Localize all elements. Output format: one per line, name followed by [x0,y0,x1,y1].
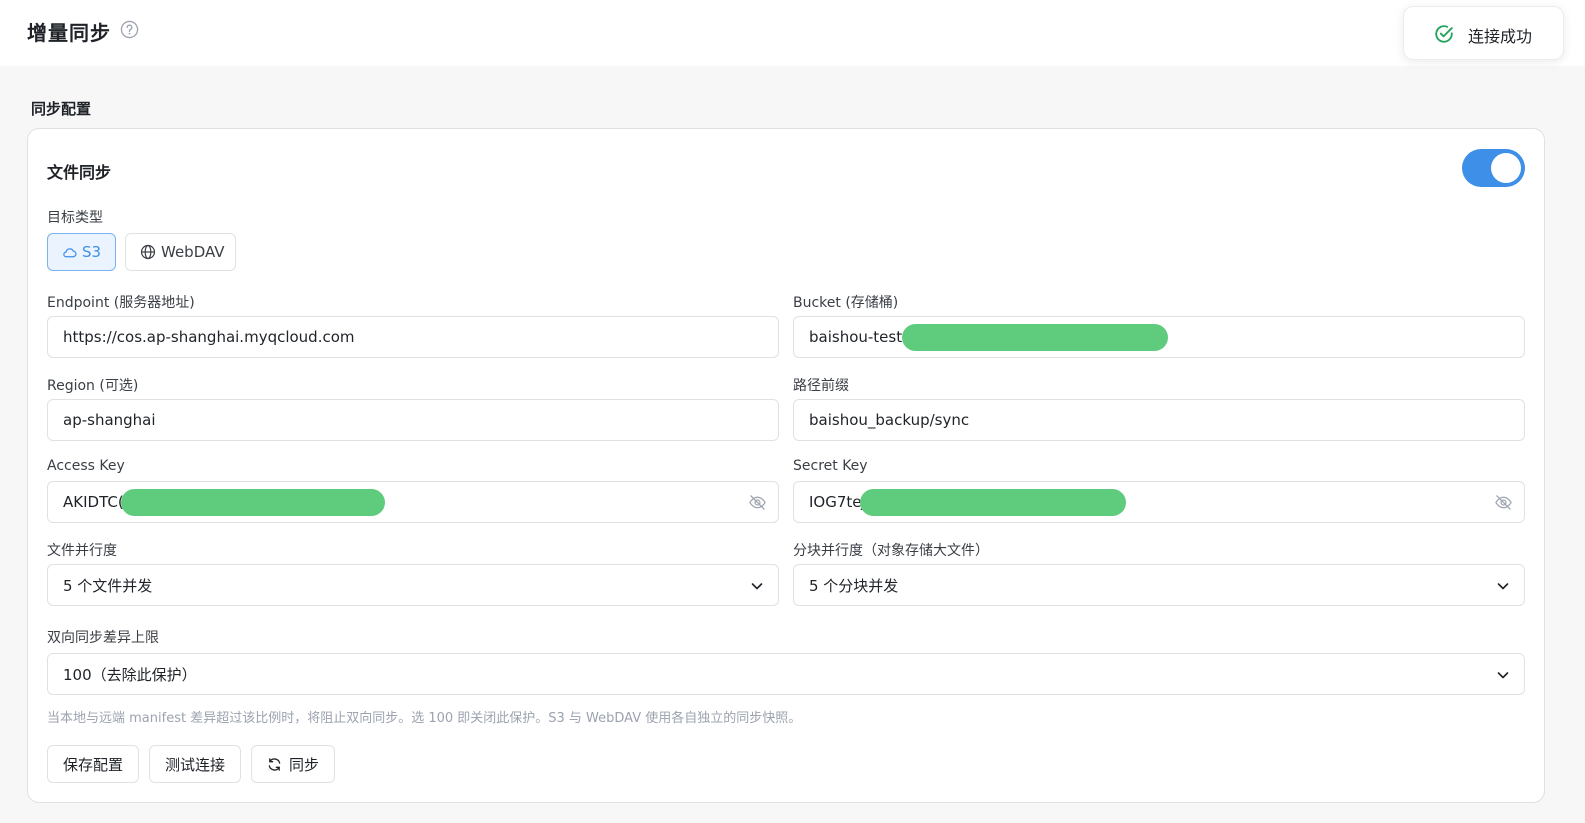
target-s3-button[interactable]: S3 [47,233,116,271]
file-concurrency-value: 5 个文件并发 [63,576,153,595]
secret-key-label: Secret Key [793,458,868,474]
top-bar: 增量同步 [0,0,1585,66]
prefix-input[interactable]: baishou_backup/sync [793,399,1525,441]
bucket-label: Bucket (存储桶) [793,295,899,311]
endpoint-value: https://cos.ap-shanghai.myqcloud.com [63,328,355,346]
file-sync-card: 文件同步 目标类型 S3 WebDAV Endpoint (服务器地址) htt… [27,128,1545,803]
chunk-concurrency-select[interactable]: 5 个分块并发 [793,564,1525,606]
section-title: 同步配置 [31,100,92,118]
diff-limit-hint: 当本地与远端 manifest 差异超过该比例时，将阻止双向同步。选 100 即… [47,711,802,726]
region-label: Region (可选) [47,378,139,394]
bucket-input[interactable]: baishou-test- [793,316,1525,358]
target-type-label: 目标类型 [47,210,103,226]
diff-limit-select[interactable]: 100（去除此保护） [47,653,1525,695]
diff-limit-label: 双向同步差异上限 [47,630,159,646]
target-webdav-button[interactable]: WebDAV [125,233,236,271]
page-title: 增量同步 [27,21,111,45]
region-value: ap-shanghai [63,411,156,429]
endpoint-label: Endpoint (服务器地址) [47,295,195,311]
cloud-icon [63,247,77,257]
toast-message: 连接成功 [1468,27,1533,46]
globe-icon [140,244,156,260]
redaction-mark [121,489,385,516]
test-connection-button[interactable]: 测试连接 [149,745,241,783]
file-concurrency-label: 文件并行度 [47,543,117,559]
help-icon[interactable] [120,20,139,39]
save-config-label: 保存配置 [62,755,123,774]
eye-off-icon[interactable] [748,493,767,512]
secret-key-value: IOG7teJ [809,493,866,511]
refresh-icon [268,757,281,771]
redaction-mark [860,489,1126,516]
access-key-label: Access Key [47,458,125,474]
card-title: 文件同步 [47,163,112,182]
save-config-button[interactable]: 保存配置 [47,745,139,783]
chunk-concurrency-label: 分块并行度（对象存储大文件） [793,543,989,559]
secret-key-input[interactable]: IOG7teJ [793,481,1525,523]
sync-enable-toggle[interactable] [1462,149,1525,187]
access-key-input[interactable]: AKIDTC( [47,481,779,523]
test-connection-label: 测试连接 [164,755,225,774]
access-key-value: AKIDTC( [63,493,124,511]
target-webdav-label: WebDAV [161,243,225,261]
chevron-down-icon [751,583,763,590]
diff-limit-value: 100（去除此保护） [63,665,197,684]
chevron-down-icon [1497,583,1509,590]
bucket-value: baishou-test- [809,328,908,346]
toggle-knob [1491,153,1521,183]
check-circle-icon [1435,25,1453,43]
region-input[interactable]: ap-shanghai [47,399,779,441]
prefix-value: baishou_backup/sync [809,411,970,429]
target-s3-label: S3 [82,243,102,261]
success-toast: 连接成功 [1403,6,1564,60]
sync-label: 同步 [288,755,319,774]
file-concurrency-select[interactable]: 5 个文件并发 [47,564,779,606]
chevron-down-icon [1497,672,1509,679]
prefix-label: 路径前缀 [793,378,849,394]
redaction-mark [902,324,1168,351]
eye-off-icon[interactable] [1494,493,1513,512]
sync-button[interactable]: 同步 [251,745,335,783]
chunk-concurrency-value: 5 个分块并发 [809,576,899,595]
endpoint-input[interactable]: https://cos.ap-shanghai.myqcloud.com [47,316,779,358]
